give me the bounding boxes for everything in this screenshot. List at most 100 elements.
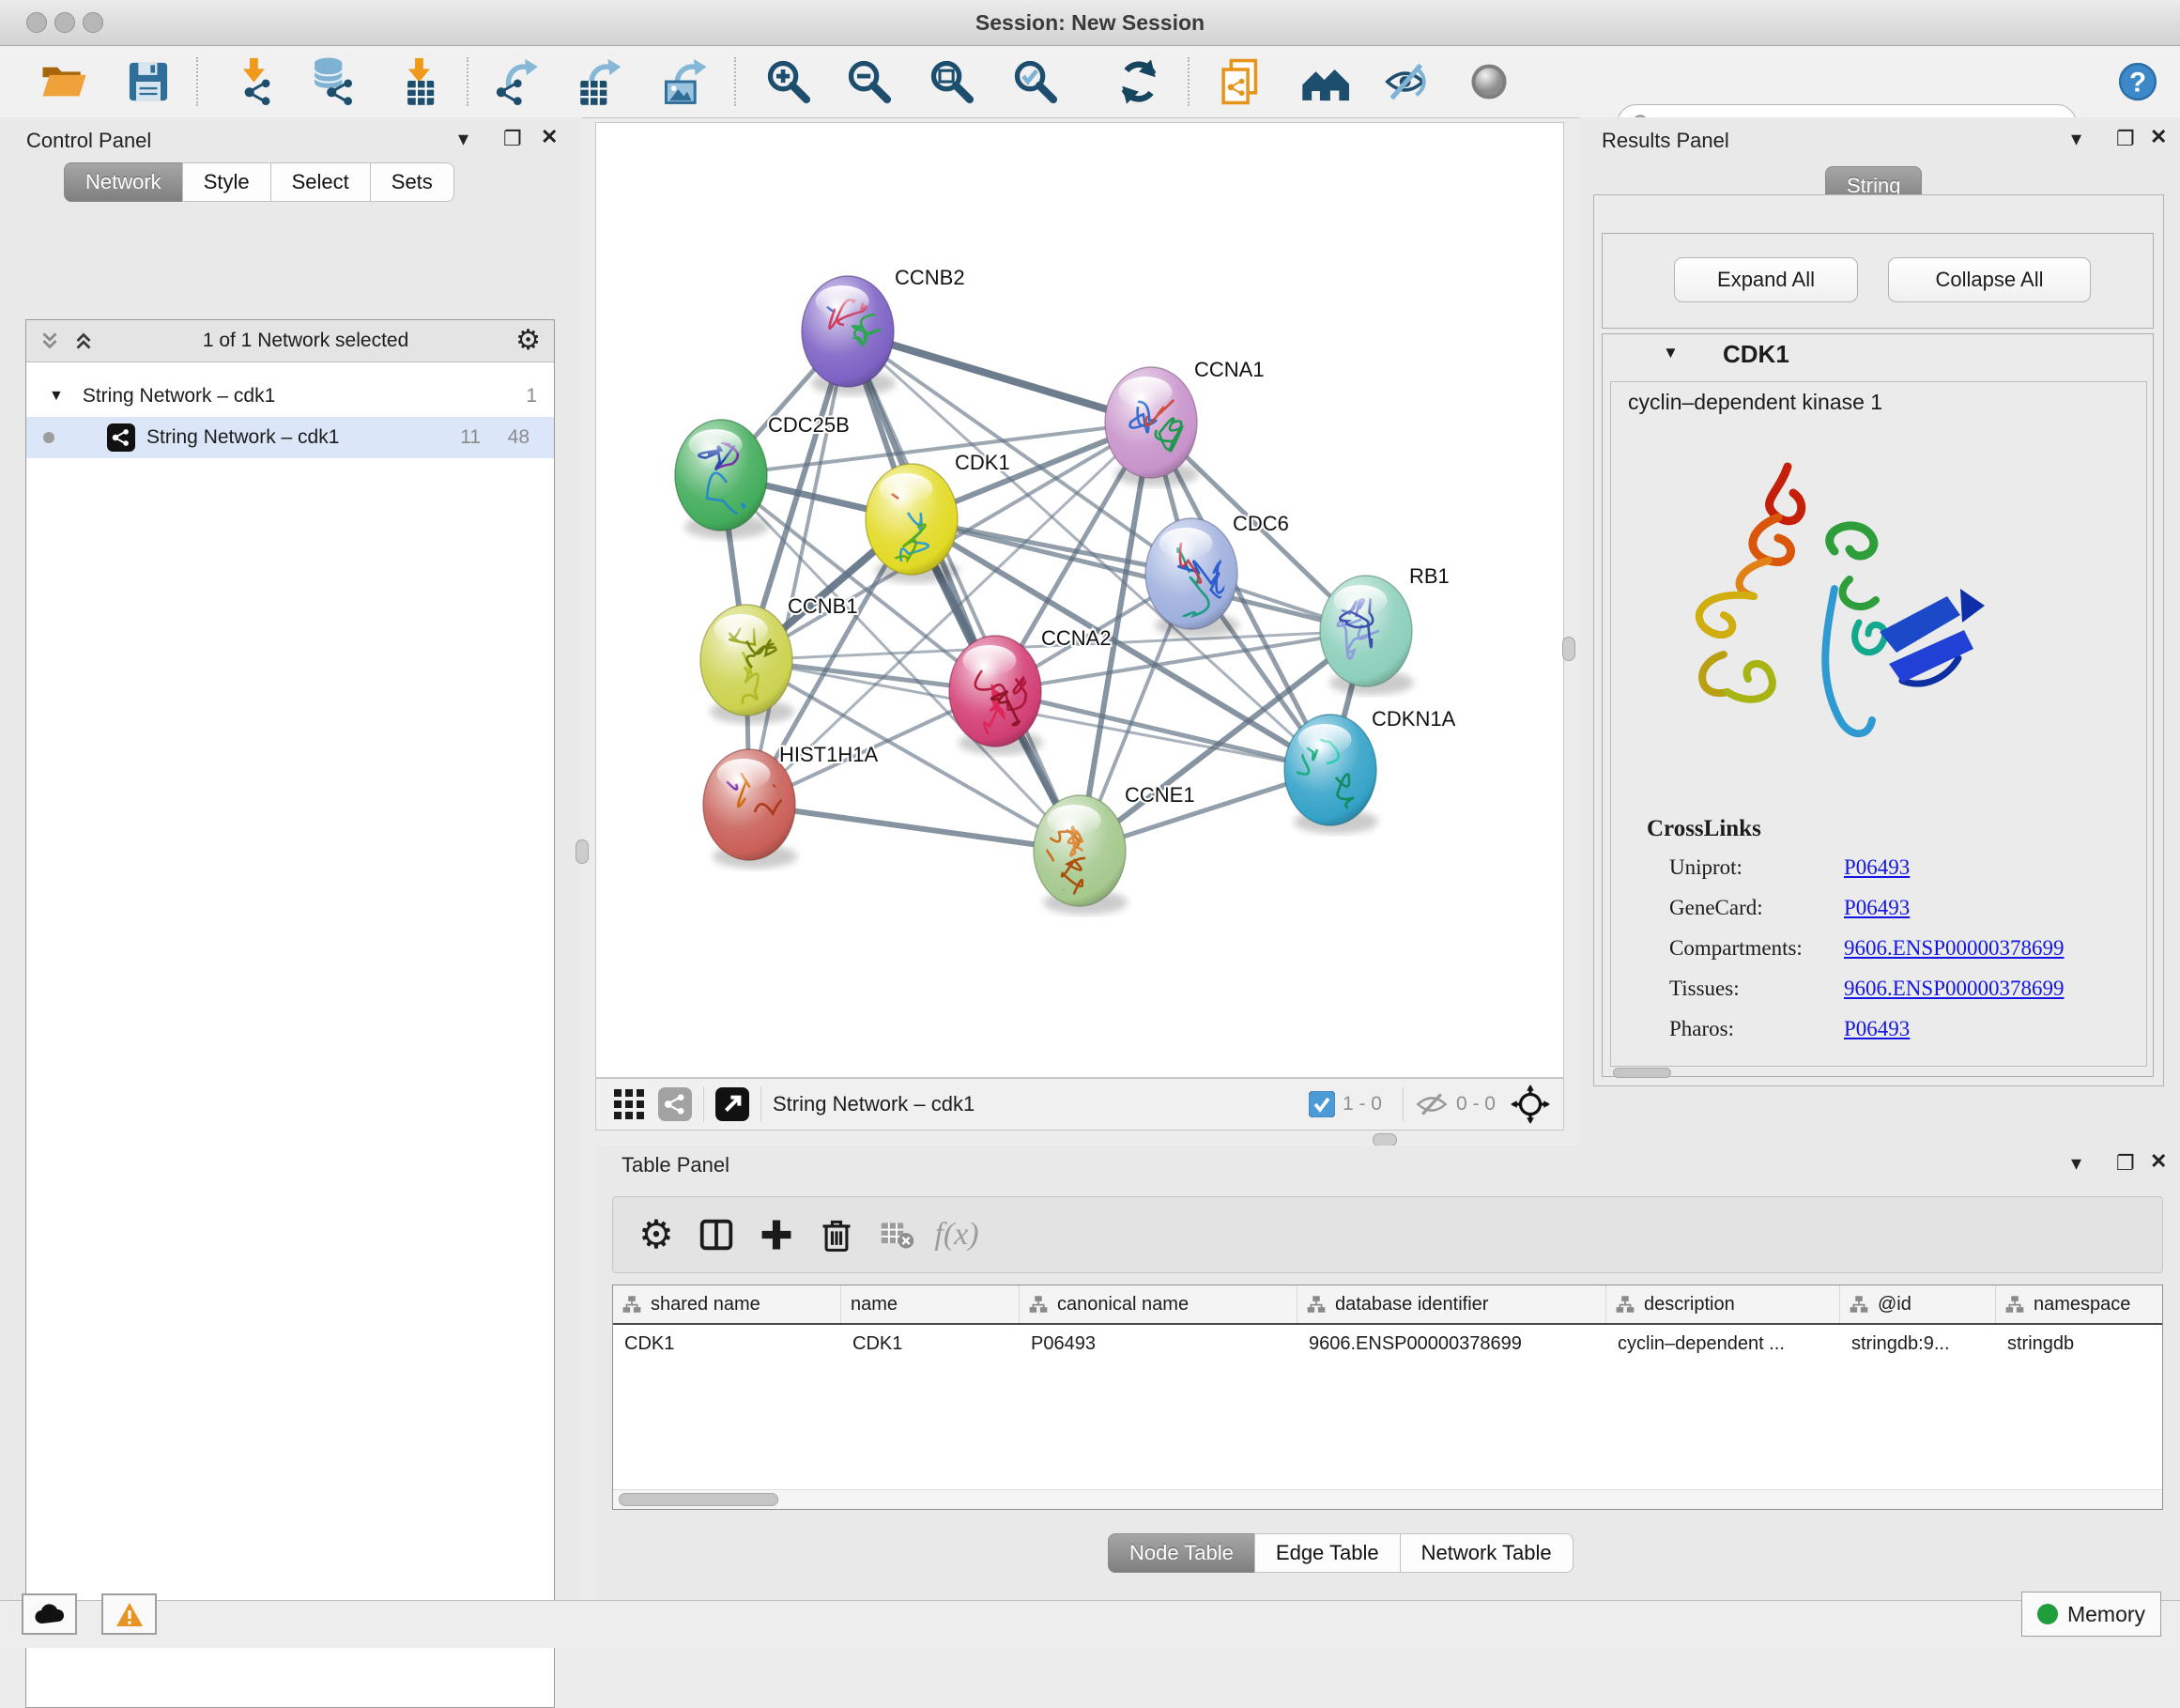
column-header-namespace[interactable]: namespace xyxy=(1996,1285,2163,1323)
tab-node-table[interactable]: Node Table xyxy=(1108,1533,1255,1573)
collapse-all-chevrons-icon[interactable] xyxy=(71,329,96,353)
column-label: @id xyxy=(1878,1294,1911,1316)
warnings-button[interactable] xyxy=(101,1593,157,1635)
import-network-button[interactable] xyxy=(227,54,282,109)
tab-select[interactable]: Select xyxy=(270,162,371,202)
column-header-database-identifier[interactable]: database identifier xyxy=(1297,1285,1606,1323)
table-row[interactable]: CDK1CDK1P064939606.ENSP00000378699cyclin… xyxy=(613,1325,2162,1362)
table-panel-collapse-icon[interactable]: ▾ xyxy=(2071,1153,2081,1174)
select-columns-icon[interactable] xyxy=(686,1207,746,1263)
tab-style[interactable]: Style xyxy=(182,162,271,202)
column-header--id[interactable]: @id xyxy=(1840,1285,1996,1323)
crosslink-value-link[interactable]: P06493 xyxy=(1844,1017,1910,1041)
import-network-from-database-button[interactable] xyxy=(306,54,361,109)
export-network-button[interactable] xyxy=(490,54,545,109)
export-image-button[interactable] xyxy=(654,54,709,109)
add-column-icon[interactable] xyxy=(746,1207,806,1263)
collapse-all-button[interactable]: Collapse All xyxy=(1888,257,2091,302)
crosslink-label: Compartments: xyxy=(1669,936,1844,961)
left-splitter-handle[interactable] xyxy=(576,839,589,864)
node-CCNA1[interactable] xyxy=(1105,366,1199,486)
node-CDK1[interactable] xyxy=(865,447,960,592)
network-graph[interactable]: CCNB2CCNA1CDC25BCDK1CDC6RB1CCNB1CCNA2CDK… xyxy=(596,123,1563,1077)
node-table[interactable]: shared namenamecanonical namedatabase id… xyxy=(612,1285,2163,1510)
clone-network-button[interactable] xyxy=(1214,54,1268,109)
crosslink-value-link[interactable]: 9606.ENSP00000378699 xyxy=(1844,936,2065,961)
column-header-canonical-name[interactable]: canonical name xyxy=(1020,1285,1297,1323)
selected-checkbox-icon[interactable] xyxy=(1309,1091,1335,1117)
table-panel-float-icon[interactable]: ❐ xyxy=(2116,1153,2135,1174)
grid-view-icon[interactable] xyxy=(613,1088,645,1120)
edge-HIST1H1A-CCNE1[interactable] xyxy=(749,805,1080,851)
control-panel-tabs: NetworkStyleSelectSets xyxy=(64,162,453,202)
node-CDC25B[interactable] xyxy=(670,411,783,539)
tab-sets[interactable]: Sets xyxy=(370,162,454,202)
node-CCNE1[interactable] xyxy=(1034,795,1128,915)
detach-view-icon[interactable] xyxy=(715,1087,749,1121)
zoom-selected-button[interactable] xyxy=(1008,54,1063,109)
network-row[interactable]: String Network – cdk1 11 48 xyxy=(26,417,554,458)
network-canvas[interactable]: CCNB2CCNA1CDC25BCDK1CDC6RB1CCNB1CCNA2CDK… xyxy=(595,122,1564,1078)
right-splitter-handle[interactable] xyxy=(1562,637,1575,661)
expand-all-button[interactable]: Expand All xyxy=(1674,257,1858,302)
help-button[interactable]: ? xyxy=(2111,54,2165,109)
memory-button[interactable]: Memory xyxy=(2021,1592,2161,1637)
cloud-button[interactable] xyxy=(22,1593,77,1635)
table-gear-icon[interactable]: ⚙ xyxy=(626,1207,686,1263)
tab-network[interactable]: Network xyxy=(64,162,183,202)
database-import-icon xyxy=(309,57,358,106)
zoom-out-button[interactable] xyxy=(842,54,897,109)
results-panel-collapse-icon[interactable]: ▾ xyxy=(2071,129,2081,149)
export-table-button[interactable] xyxy=(571,54,625,109)
crosslink-value-link[interactable]: 9606.ENSP00000378699 xyxy=(1844,977,2065,1001)
tab-network-table[interactable]: Network Table xyxy=(1400,1533,1574,1573)
save-session-button[interactable] xyxy=(121,54,176,109)
network-view-share-icon[interactable] xyxy=(658,1087,692,1121)
table-hscroll-track[interactable] xyxy=(613,1489,2162,1509)
import-table-button[interactable] xyxy=(392,54,447,109)
birdseye-crosshair-icon[interactable] xyxy=(1511,1085,1550,1124)
node-CCNB1[interactable] xyxy=(700,605,794,724)
table-cell: 9606.ENSP00000378699 xyxy=(1297,1325,1606,1362)
crosslinks-list: Uniprot:P06493GeneCard:P06493Compartment… xyxy=(1669,855,2129,1057)
expand-all-chevrons-icon[interactable] xyxy=(38,329,62,353)
open-session-button[interactable] xyxy=(37,54,91,109)
tree-expander-icon[interactable]: ▼ xyxy=(49,388,64,405)
node-RB1[interactable] xyxy=(1320,576,1414,695)
column-header-name[interactable]: name xyxy=(841,1285,1020,1323)
gene-expander-icon[interactable]: ▼ xyxy=(1663,344,1679,362)
control-panel-collapse-icon[interactable]: ▾ xyxy=(458,129,468,149)
column-header-description[interactable]: description xyxy=(1606,1285,1840,1323)
tab-edge-table[interactable]: Edge Table xyxy=(1254,1533,1401,1573)
results-panel-float-icon[interactable]: ❐ xyxy=(2116,129,2135,149)
control-panel-float-icon[interactable]: ❐ xyxy=(503,129,522,149)
results-hscroll-thumb[interactable] xyxy=(1613,1068,1671,1078)
node-CDC6[interactable] xyxy=(1145,503,1239,638)
crosslink-value-link[interactable]: P06493 xyxy=(1844,855,1910,880)
table-hscroll-thumb[interactable] xyxy=(619,1493,778,1506)
show-all-button[interactable] xyxy=(1462,54,1516,109)
homes-button[interactable] xyxy=(1297,54,1352,109)
apply-layout-button[interactable] xyxy=(1112,54,1166,109)
hide-selected-button[interactable] xyxy=(1380,54,1435,109)
table-panel-title: Table Panel xyxy=(622,1153,729,1177)
open-folder-icon xyxy=(39,57,88,106)
network-list-gear-icon[interactable]: ⚙ xyxy=(515,327,541,355)
column-label: namespace xyxy=(2034,1294,2130,1316)
zoom-in-button[interactable] xyxy=(761,54,816,109)
edge-CCNB2-HIST1H1A[interactable] xyxy=(749,331,848,805)
zoom-fit-button[interactable] xyxy=(925,54,979,109)
control-panel-close-icon[interactable]: ✕ xyxy=(541,127,558,147)
delete-column-icon[interactable] xyxy=(806,1207,867,1263)
crosslink-value-link[interactable]: P06493 xyxy=(1844,896,1910,920)
table-panel-close-icon[interactable]: ✕ xyxy=(2150,1151,2167,1172)
function-builder-button[interactable]: f(x) xyxy=(927,1207,987,1263)
results-panel-close-icon[interactable]: ✕ xyxy=(2150,127,2167,147)
edge-CCNB2-CCNA1[interactable] xyxy=(848,331,1151,423)
column-header-shared-name[interactable]: shared name xyxy=(613,1285,841,1323)
save-icon xyxy=(124,57,173,106)
node-CCNA2[interactable] xyxy=(949,636,1043,755)
network-collection-row[interactable]: ▼ String Network – cdk1 1 xyxy=(26,376,554,417)
horizontal-splitter-handle[interactable] xyxy=(1373,1133,1397,1146)
delete-table-icon[interactable] xyxy=(867,1207,927,1263)
